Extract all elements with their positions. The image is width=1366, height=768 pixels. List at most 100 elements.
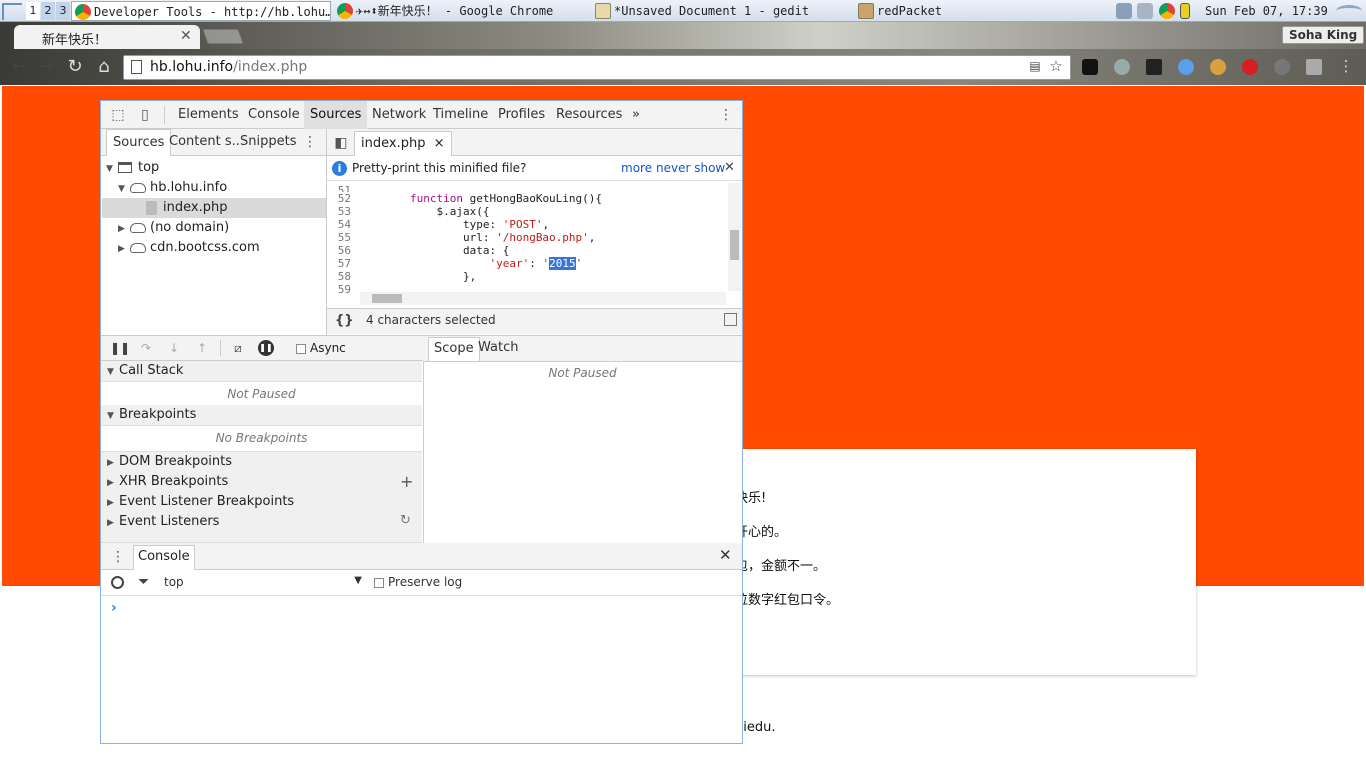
async-label: Async [310,341,346,355]
extension-icon[interactable] [1274,59,1290,75]
navigator-menu-icon[interactable]: ⋮ [302,134,318,150]
device-mode-icon[interactable]: ▯ [137,107,153,123]
collapse-arrow-icon: ▶ [118,244,125,254]
pause-on-exceptions-icon[interactable]: ❚❚ [258,340,274,356]
event-listeners-header[interactable]: ▶ Event Listeners [101,512,422,543]
preserve-log-checkbox[interactable]: Preserve log [374,575,462,589]
editor-tab-index[interactable]: index.php × [354,131,452,156]
task-folder[interactable]: redPacket [855,1,1105,21]
clear-console-icon[interactable] [111,576,124,589]
tab-elements[interactable]: Elements [172,101,245,129]
drawer-menu-icon[interactable]: ⋮ [110,549,126,565]
chrome-icon[interactable] [1159,3,1175,19]
extension-icon[interactable] [1178,59,1194,75]
section-title: XHR Breakpoints [119,474,229,489]
add-icon[interactable]: + [400,472,413,491]
step-over-icon[interactable]: ↷ [138,340,154,356]
profile-button[interactable]: Soha King [1282,26,1365,44]
tab-timeline[interactable]: Timeline [427,101,494,129]
breakpoints-header[interactable]: ▼ Breakpoints [101,405,422,426]
workspace-2[interactable]: 2 [41,2,55,20]
more-panels-button[interactable]: » [626,101,646,129]
tree-item-file[interactable]: index.php [102,198,326,218]
chrome-icon [75,4,91,20]
forward-icon[interactable]: → [37,58,55,76]
pause-icon[interactable]: ❚❚ [110,340,130,356]
infobar-message: Pretty-print this minified file? [352,161,527,175]
clock[interactable]: Sun Feb 07, 17:39 [1205,0,1328,22]
tab-watch[interactable]: Watch [473,337,523,361]
tree-item-host[interactable]: ▼ hb.lohu.info [102,178,326,198]
filter-icon[interactable]: ⏷ [138,574,149,590]
tab-network[interactable]: Network [366,101,432,129]
tree-item-top[interactable]: ▼ top [102,158,326,178]
translate-icon[interactable]: ▤ [1027,58,1043,74]
cloud-icon [130,242,146,253]
tree-item-cdn[interactable]: ▶ cdn.bootcss.com [102,238,326,258]
home-icon[interactable]: ⌂ [95,58,113,76]
tab-close-icon[interactable]: ✕ [180,28,192,44]
refresh-icon[interactable]: ↻ [400,513,411,528]
star-icon[interactable]: ☆ [1048,58,1064,74]
close-icon[interactable]: ✕ [724,160,735,175]
drawer-tab-console[interactable]: Console [133,545,195,570]
tab-sources[interactable]: Sources [304,101,368,129]
menu-icon[interactable]: ⋮ [1338,58,1354,74]
step-into-icon[interactable]: ↓ [166,340,182,356]
tree-item-no-domain[interactable]: ▶ (no domain) [102,218,326,238]
nav-tab-snippets[interactable]: Snippets [234,129,302,156]
extension-icon[interactable] [1146,59,1162,75]
task-chrome[interactable]: ✈↔⬍新年快乐！ - Google Chrome [334,1,589,21]
nav-tab-sources[interactable]: Sources [106,129,172,156]
devtools-menu-icon[interactable]: ⋮ [718,107,734,123]
close-icon[interactable]: × [434,136,445,151]
workspace-3[interactable]: 3 [56,2,70,20]
dom-breakpoints-header[interactable]: ▶ DOM Breakpoints [101,452,422,473]
event-listener-breakpoints-header[interactable]: ▶ Event Listener Breakpoints [101,492,422,513]
checkbox[interactable] [374,577,384,588]
browser-tab[interactable]: 新年快乐！ [14,25,200,49]
toggle-navigator-icon[interactable]: ◧ [333,135,349,151]
incognito-icon[interactable] [1082,59,1098,75]
checkbox[interactable] [296,343,306,354]
async-checkbox[interactable]: Async [296,341,346,355]
tab-scope[interactable]: Scope [428,337,480,361]
scroll-thumb[interactable] [372,294,402,303]
cookie-icon[interactable] [1210,59,1226,75]
volume-icon[interactable] [1116,3,1132,19]
workspace-1[interactable]: 1 [26,2,40,20]
card-line: 位数字红包口令。 [735,593,840,608]
adblock-icon[interactable] [1242,59,1258,75]
reload-icon[interactable]: ↻ [66,58,84,76]
tab-resources[interactable]: Resources [550,101,628,129]
horizontal-scrollbar[interactable] [360,292,726,305]
pretty-print-button[interactable]: {} [335,313,354,328]
xhr-breakpoints-header[interactable]: ▶ XHR Breakpoints [101,472,422,493]
extension-icon[interactable] [1114,59,1130,75]
inspect-icon[interactable]: ⬚ [110,107,126,123]
close-drawer-icon[interactable]: ✕ [719,546,732,564]
step-out-icon[interactable]: ↑ [194,340,210,356]
task-devtools[interactable]: Developer Tools - http://hb.lohu… [71,1,331,21]
deactivate-breakpoints-icon[interactable]: ⧄ [230,340,246,356]
back-icon[interactable]: ← [11,58,29,76]
tab-console[interactable]: Console [242,101,306,129]
tree-label: top [138,160,160,175]
code-editor[interactable]: 51 52 function getHongBaoKouLing(){ 53 $… [327,181,728,293]
tab-profiles[interactable]: Profiles [492,101,551,129]
code-line: 53 $.ajax({ [337,205,490,218]
context-select[interactable]: top ▼ [164,575,362,589]
menu-icon[interactable] [2,3,22,20]
url-text[interactable]: hb.lohu.info/index.php [150,59,307,75]
console-prompt[interactable]: › [111,600,117,616]
toggle-debugger-icon[interactable] [724,313,737,326]
extension-icon[interactable] [1306,59,1322,75]
preserve-log-label: Preserve log [388,575,463,589]
new-tab-button[interactable] [202,29,244,44]
keyboard-icon[interactable] [1137,3,1153,19]
call-stack-header[interactable]: ▼ Call Stack [101,361,422,382]
task-gedit[interactable]: *Unsaved Document 1 - gedit [592,1,850,21]
more-link[interactable]: more [621,161,652,175]
never-show-link[interactable]: never show [656,161,725,175]
scroll-thumb[interactable] [730,230,739,260]
